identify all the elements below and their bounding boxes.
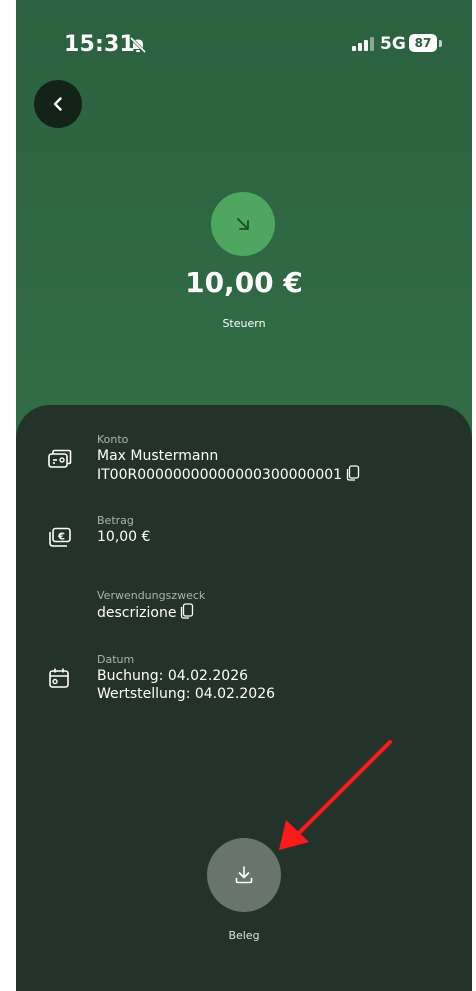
- annotation-arrow: [279, 740, 392, 850]
